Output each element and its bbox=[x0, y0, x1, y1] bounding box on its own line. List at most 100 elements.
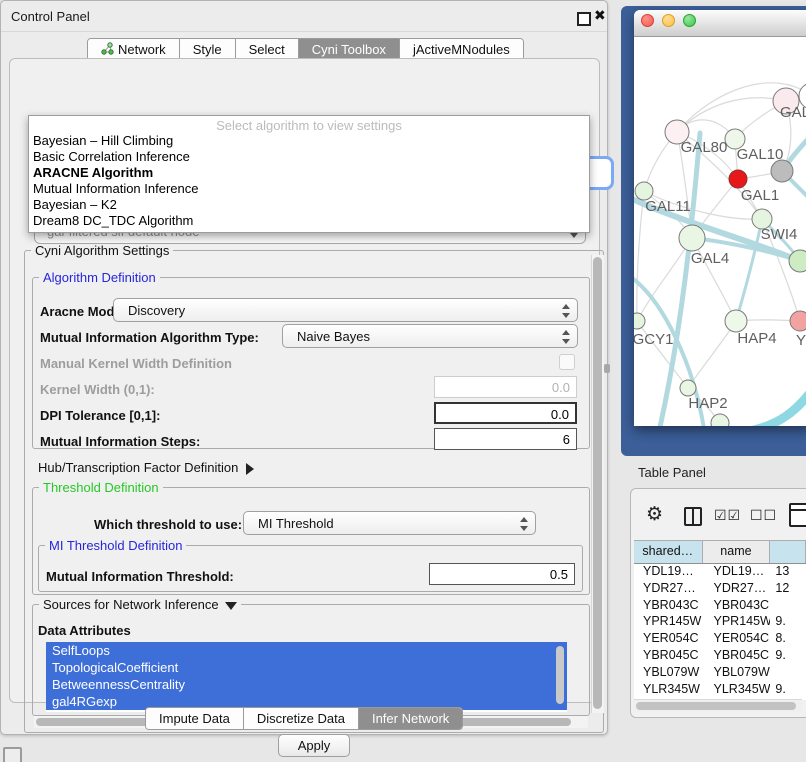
data-attributes-label: Data Attributes bbox=[38, 623, 131, 638]
float-window-icon[interactable] bbox=[577, 12, 591, 26]
data-attributes-list[interactable]: SelfLoopsTopologicalCoefficientBetweenne… bbox=[46, 642, 567, 712]
minimized-panel-icon[interactable] bbox=[3, 747, 22, 762]
select-all-columns-icon[interactable]: ☑☑ bbox=[714, 508, 741, 524]
network-window-titlebar[interactable] bbox=[634, 10, 806, 37]
data-attribute-item[interactable]: BetweennessCentrality bbox=[46, 676, 567, 693]
table-header-row: shared…name bbox=[634, 540, 806, 564]
control-panel-titlebar: Control Panel ✖ bbox=[1, 1, 607, 32]
network-node[interactable] bbox=[680, 380, 696, 396]
data-attribute-item[interactable]: TopologicalCoefficient bbox=[46, 659, 567, 676]
settings-vertical-scrollbar[interactable] bbox=[591, 255, 604, 713]
list-vertical-scrollbar[interactable] bbox=[556, 646, 564, 704]
algorithm-option[interactable]: Basic Correlation Inference bbox=[29, 149, 589, 165]
table-horizontal-scrollbar[interactable] bbox=[634, 699, 802, 712]
table-cell: YLR345W bbox=[634, 682, 703, 699]
node-table: shared…name YDL19…YDL19…13YDR27…YDR27…12… bbox=[634, 540, 806, 700]
tab-style[interactable]: Style bbox=[179, 39, 235, 60]
algorithm-option[interactable]: Bayesian – Hill Climbing bbox=[29, 133, 589, 149]
combo-arrows-icon bbox=[520, 516, 528, 532]
network-graph[interactable]: GAL2GAL80GAL10GAL1GAL11SWI4GAL4GCY1HAP4Y… bbox=[634, 37, 806, 426]
table-row[interactable]: YBR045CYBR045C9. bbox=[634, 648, 806, 665]
kernel-width-label: Kernel Width (0,1): bbox=[40, 382, 155, 397]
columns-icon[interactable] bbox=[684, 507, 702, 526]
table-cell: YDL19… bbox=[703, 564, 771, 581]
minimize-traffic-light[interactable] bbox=[662, 14, 675, 27]
network-edge bbox=[688, 321, 736, 388]
table-row[interactable]: YBL079WYBL079W bbox=[634, 665, 806, 682]
network-node[interactable] bbox=[771, 160, 793, 182]
table-row[interactable]: YER054CYER054C8. bbox=[634, 631, 806, 648]
table-row[interactable]: YPR145WYPR145W9. bbox=[634, 614, 806, 631]
threshold-definition-title: Threshold Definition bbox=[39, 480, 163, 495]
network-edge bbox=[637, 191, 644, 321]
algorithm-option[interactable]: Dream8 DC_TDC Algorithm bbox=[29, 213, 589, 229]
tab-select[interactable]: Select bbox=[235, 39, 298, 60]
mi-algorithm-type-label: Mutual Information Algorithm Type: bbox=[40, 330, 259, 345]
kernel-width-field[interactable]: 0.0 bbox=[434, 376, 577, 398]
network-node-label: SWI4 bbox=[761, 226, 798, 243]
dpi-tolerance-field[interactable]: 0.0 bbox=[434, 402, 577, 424]
panel-splitter-handle[interactable] bbox=[604, 364, 610, 373]
table-document-icon-line bbox=[791, 509, 806, 511]
network-node[interactable] bbox=[711, 414, 729, 426]
table-cell: YPR145W bbox=[703, 614, 771, 631]
network-node[interactable] bbox=[634, 313, 645, 329]
table-row[interactable]: YLR345WYLR345W9. bbox=[634, 682, 806, 699]
collapse-down-icon[interactable] bbox=[225, 602, 237, 610]
table-cell: 9. bbox=[770, 648, 806, 665]
tab-impute-data[interactable]: Impute Data bbox=[146, 708, 243, 729]
apply-button[interactable]: Apply bbox=[278, 734, 350, 757]
mi-threshold-field[interactable]: 0.5 bbox=[429, 563, 575, 585]
table-row[interactable]: YBR043CYBR043C bbox=[634, 598, 806, 615]
which-threshold-label: Which threshold to use: bbox=[94, 517, 242, 532]
close-traffic-light[interactable] bbox=[641, 14, 654, 27]
table-cell: YER054C bbox=[703, 631, 771, 648]
close-icon[interactable]: ✖ bbox=[594, 8, 606, 24]
network-node[interactable] bbox=[679, 225, 705, 251]
zoom-traffic-light[interactable] bbox=[683, 14, 696, 27]
column-header[interactable]: shared… bbox=[634, 541, 703, 563]
deselect-all-columns-icon[interactable]: ☐☐ bbox=[750, 508, 777, 524]
network-node[interactable] bbox=[729, 170, 747, 188]
table-horizontal-scroll-thumb[interactable] bbox=[636, 702, 796, 710]
tab-label: Network bbox=[118, 42, 166, 57]
gear-icon[interactable]: ⚙ bbox=[646, 503, 663, 525]
table-row[interactable]: YDL19…YDL19…13 bbox=[634, 564, 806, 581]
mi-threshold-definition-title: MI Threshold Definition bbox=[45, 538, 186, 553]
tab-infer-network[interactable]: Infer Network bbox=[358, 708, 462, 729]
network-canvas[interactable]: GAL2GAL80GAL10GAL1GAL11SWI4GAL4GCY1HAP4Y… bbox=[634, 37, 806, 426]
table-document-icon[interactable] bbox=[789, 503, 806, 527]
mi-algorithm-type-combo[interactable]: Naive Bayes bbox=[282, 324, 578, 348]
table-row[interactable]: YDR27…YDR27…12 bbox=[634, 581, 806, 598]
data-attribute-item[interactable]: SelfLoops bbox=[46, 642, 567, 659]
algorithm-option[interactable]: Mutual Information Inference bbox=[29, 181, 589, 197]
table-cell: YBR043C bbox=[634, 598, 703, 615]
network-node[interactable] bbox=[725, 310, 747, 332]
table-cell: YDR27… bbox=[703, 581, 771, 598]
tab-discretize-data[interactable]: Discretize Data bbox=[243, 708, 358, 729]
table-cell: 9. bbox=[770, 614, 806, 631]
table-cell: 9. bbox=[770, 682, 806, 699]
algorithm-option[interactable]: Bayesian – K2 bbox=[29, 197, 589, 213]
manual-kernel-width-checkbox[interactable] bbox=[559, 354, 575, 370]
column-header[interactable]: name bbox=[703, 541, 771, 563]
settings-vertical-scroll-thumb[interactable] bbox=[593, 257, 602, 709]
table-cell: YDL19… bbox=[634, 564, 703, 581]
network-node-label: GAL80 bbox=[681, 139, 728, 156]
network-node-label: HAP2 bbox=[688, 395, 727, 412]
table-cell: YBL079W bbox=[634, 665, 703, 682]
tab-cyni-toolbox[interactable]: Cyni Toolbox bbox=[298, 39, 399, 60]
network-node[interactable] bbox=[789, 250, 806, 272]
hub-definition-expander[interactable]: Hub/Transcription Factor Definition bbox=[38, 460, 254, 475]
column-header[interactable] bbox=[770, 541, 806, 563]
mi-steps-field[interactable]: 6 bbox=[434, 428, 577, 450]
which-threshold-combo[interactable]: MI Threshold bbox=[243, 511, 536, 535]
tab-label: jActiveMNodules bbox=[413, 42, 510, 57]
tab-label: Impute Data bbox=[159, 711, 230, 726]
algorithm-option[interactable]: ARACNE Algorithm bbox=[29, 165, 589, 181]
tab-jactivemnodules[interactable]: jActiveMNodules bbox=[399, 39, 523, 60]
tab-network[interactable]: Network bbox=[88, 39, 179, 60]
table-body: YDL19…YDL19…13YDR27…YDR27…12YBR043CYBR04… bbox=[634, 564, 806, 700]
aracne-mode-combo[interactable]: Discovery bbox=[113, 298, 578, 322]
network-node[interactable] bbox=[790, 311, 806, 331]
